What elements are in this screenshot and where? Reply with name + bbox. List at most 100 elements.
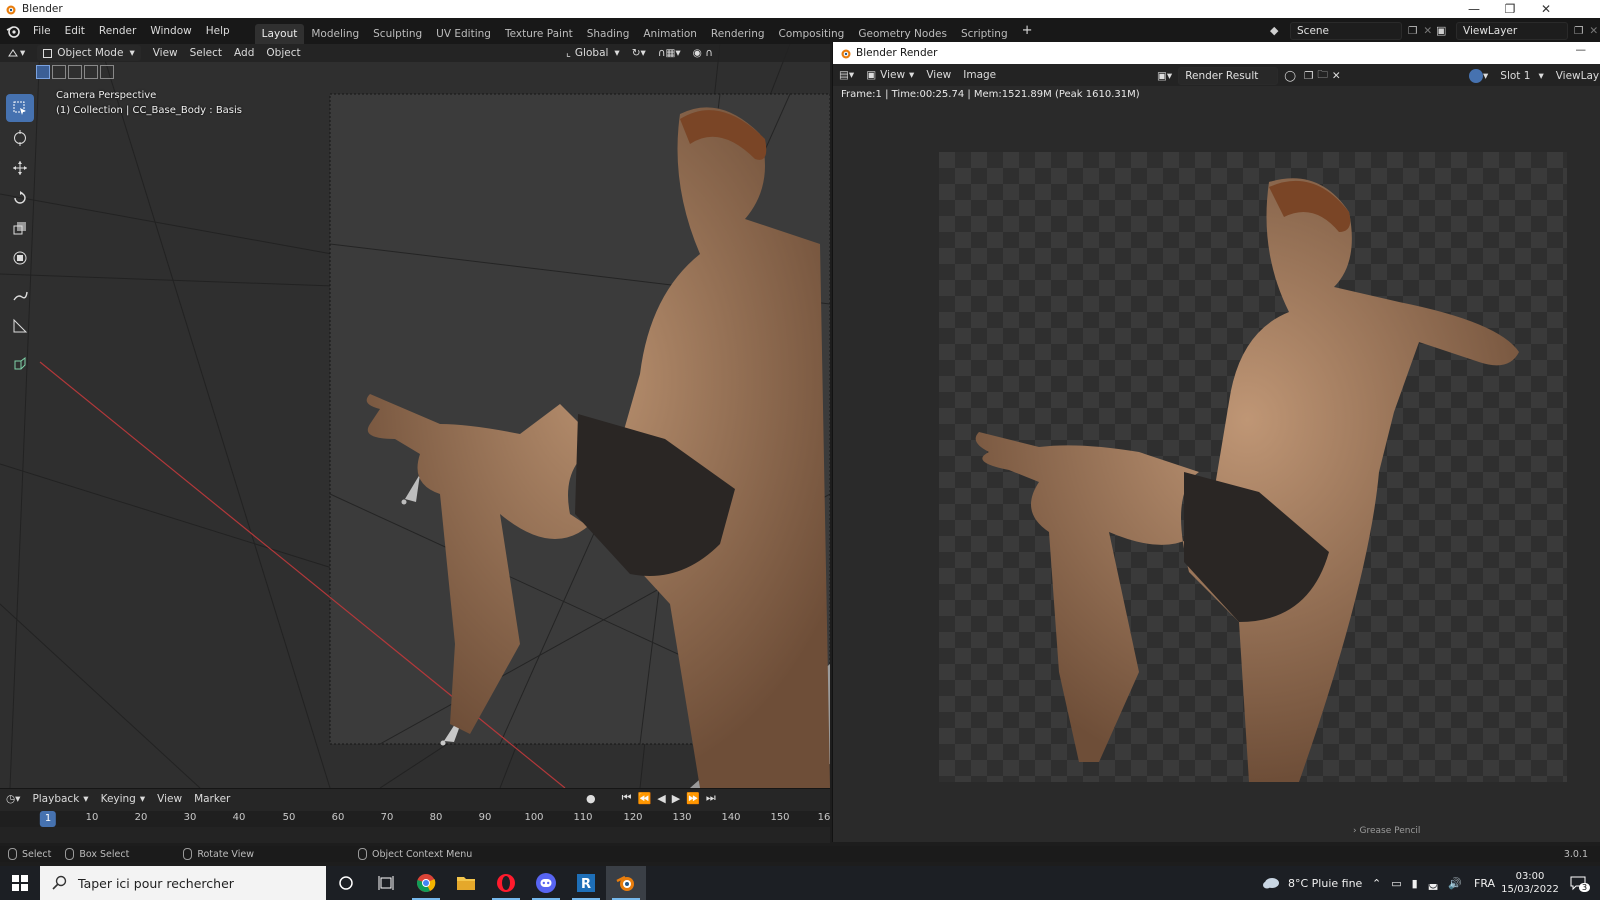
viewport-menu-view[interactable]: View [147, 44, 184, 62]
tab-scripting[interactable]: Scripting [954, 24, 1015, 44]
record-icon[interactable]: ● [586, 792, 596, 805]
view-layer-delete-icon[interactable]: ✕ [1589, 25, 1598, 37]
jump-end-icon[interactable]: ⏭ [706, 791, 716, 805]
jump-keyframe-back-icon[interactable]: ⏪ [638, 792, 652, 805]
clock[interactable]: 03:00 15/03/2022 [1500, 866, 1560, 900]
tray-chevron-up-icon[interactable]: ⌃ [1372, 877, 1381, 890]
tab-shading[interactable]: Shading [580, 24, 637, 44]
menu-help[interactable]: Help [199, 18, 237, 44]
timeline-menu-keying[interactable]: Keying ▾ [95, 790, 152, 808]
tool-measure[interactable] [6, 312, 34, 340]
select-subtract-icon[interactable] [68, 65, 82, 79]
timeline-track-area[interactable] [0, 827, 830, 843]
image-browse-icon[interactable]: ▣▾ [1151, 67, 1178, 85]
wifi-icon[interactable]: ◛ [1428, 877, 1439, 890]
jump-start-icon[interactable]: ⏮ [622, 791, 632, 805]
revit-icon[interactable]: R [566, 866, 606, 900]
tool-scale[interactable] [6, 214, 34, 242]
tool-annotate[interactable] [6, 282, 34, 310]
tab-modeling[interactable]: Modeling [304, 24, 366, 44]
viewport-menu-select[interactable]: Select [184, 44, 228, 62]
render-menu-view[interactable]: View [920, 66, 957, 84]
tray-device-icon[interactable]: ▭ [1391, 877, 1401, 890]
tab-rendering[interactable]: Rendering [704, 24, 772, 44]
task-view-icon[interactable] [366, 866, 406, 900]
fake-user-icon[interactable]: ◯ [1278, 67, 1302, 85]
image-unlink-icon[interactable]: ✕ [1330, 67, 1343, 85]
scene-new-icon[interactable]: ❐ [1408, 25, 1417, 37]
mode-dropdown[interactable]: Object Mode ▾ [31, 44, 146, 62]
taskbar-search[interactable]: Taper ici pour rechercher [40, 866, 326, 900]
tab-geometry-nodes[interactable]: Geometry Nodes [851, 24, 954, 44]
scene-delete-icon[interactable]: ✕ [1423, 25, 1432, 37]
play-icon[interactable]: ▶ [672, 792, 680, 805]
cortana-icon[interactable] [326, 866, 366, 900]
timeline-menu-playback[interactable]: Playback ▾ [26, 790, 94, 808]
tab-layout[interactable]: Layout [254, 24, 305, 44]
viewport-menu-add[interactable]: Add [228, 44, 260, 62]
tool-move[interactable] [6, 154, 34, 182]
view-layer-new-icon[interactable]: ❐ [1574, 25, 1583, 37]
grease-pencil-panel[interactable]: › Grease Pencil [1353, 826, 1420, 836]
image-view-mode-dropdown[interactable]: ▣ View ▾ [860, 66, 920, 84]
file-explorer-icon[interactable] [446, 866, 486, 900]
jump-keyframe-forward-icon[interactable]: ⏩ [686, 792, 700, 805]
timeline-menu-view[interactable]: View [151, 790, 188, 808]
snap-icon[interactable]: ∩▦▾ [652, 44, 687, 62]
image-new-icon[interactable]: ❐ [1302, 67, 1315, 85]
select-intersect-icon[interactable] [100, 65, 114, 79]
frame-ruler[interactable]: 1 10 20 30 40 50 60 70 80 90 100 110 120… [0, 811, 830, 827]
proportional-edit-icon[interactable]: ◉ ∩ [687, 44, 719, 62]
render-result-image[interactable] [939, 152, 1567, 782]
chrome-icon[interactable] [406, 866, 446, 900]
language-indicator[interactable]: FRA [1474, 866, 1495, 900]
blender-menu-icon[interactable] [0, 24, 26, 38]
slot-dropdown[interactable]: Slot 1 ▾ [1494, 67, 1549, 85]
select-extend-icon[interactable] [52, 65, 66, 79]
close-icon[interactable]: ✕ [1528, 0, 1564, 18]
windows-start-icon[interactable] [0, 866, 40, 900]
tab-compositing[interactable]: Compositing [772, 24, 852, 44]
tool-rotate[interactable] [6, 184, 34, 212]
render-menu-image[interactable]: Image [957, 66, 1002, 84]
image-open-icon[interactable]: 🗀 [1315, 67, 1330, 85]
scene-field[interactable]: Scene [1290, 22, 1402, 40]
image-name-field[interactable]: Render Result [1178, 67, 1279, 85]
editor-type-icon[interactable]: ▾ [0, 44, 31, 62]
tab-sculpting[interactable]: Sculpting [366, 24, 429, 44]
timeline-menu-marker[interactable]: Marker [188, 790, 236, 808]
viewport-menu-object[interactable]: Object [260, 44, 306, 62]
volume-icon[interactable]: 🔊 [1448, 877, 1462, 890]
image-editor-type-icon[interactable]: ▤▾ [833, 66, 860, 84]
tool-transform[interactable] [6, 244, 34, 272]
pivot-icon[interactable]: ↻▾ [626, 44, 652, 62]
tab-texture-paint[interactable]: Texture Paint [498, 24, 580, 44]
view-layer-field[interactable]: ViewLayer [1456, 22, 1568, 40]
menu-file[interactable]: File [26, 18, 58, 44]
display-channels-icon[interactable]: ▾ [1463, 67, 1494, 85]
menu-window[interactable]: Window [143, 18, 198, 44]
weather-widget[interactable]: 8°C Pluie fine [1262, 866, 1362, 900]
tab-uv-editing[interactable]: UV Editing [429, 24, 498, 44]
blender-taskbar-icon[interactable] [606, 866, 646, 900]
3d-viewport[interactable]: ▾ Object Mode ▾ View Select Add Object ⌞ … [0, 44, 830, 788]
menu-render[interactable]: Render [92, 18, 143, 44]
notification-center-icon[interactable]: 3 [1564, 866, 1592, 900]
render-view-layer-dropdown[interactable]: ViewLay [1550, 67, 1600, 85]
transform-orientation-dropdown[interactable]: ⌞ Global ▾ [560, 44, 626, 62]
timeline-editor-type-icon[interactable]: ◷▾ [0, 790, 26, 808]
opera-icon[interactable] [486, 866, 526, 900]
tool-select-box[interactable] [6, 94, 34, 122]
tab-animation[interactable]: Animation [636, 24, 704, 44]
current-frame-indicator[interactable]: 1 [39, 811, 57, 827]
render-window-minimize-icon[interactable]: — [1576, 44, 1587, 56]
discord-icon[interactable] [526, 866, 566, 900]
select-invert-icon[interactable] [84, 65, 98, 79]
tool-add-cube[interactable] [6, 350, 34, 378]
restore-icon[interactable]: ❐ [1492, 0, 1528, 18]
select-new-icon[interactable] [36, 65, 50, 79]
play-reverse-icon[interactable]: ◀ [657, 792, 665, 805]
menu-edit[interactable]: Edit [58, 18, 92, 44]
minimize-icon[interactable]: — [1456, 0, 1492, 18]
add-workspace-button[interactable]: + [1015, 18, 1040, 44]
